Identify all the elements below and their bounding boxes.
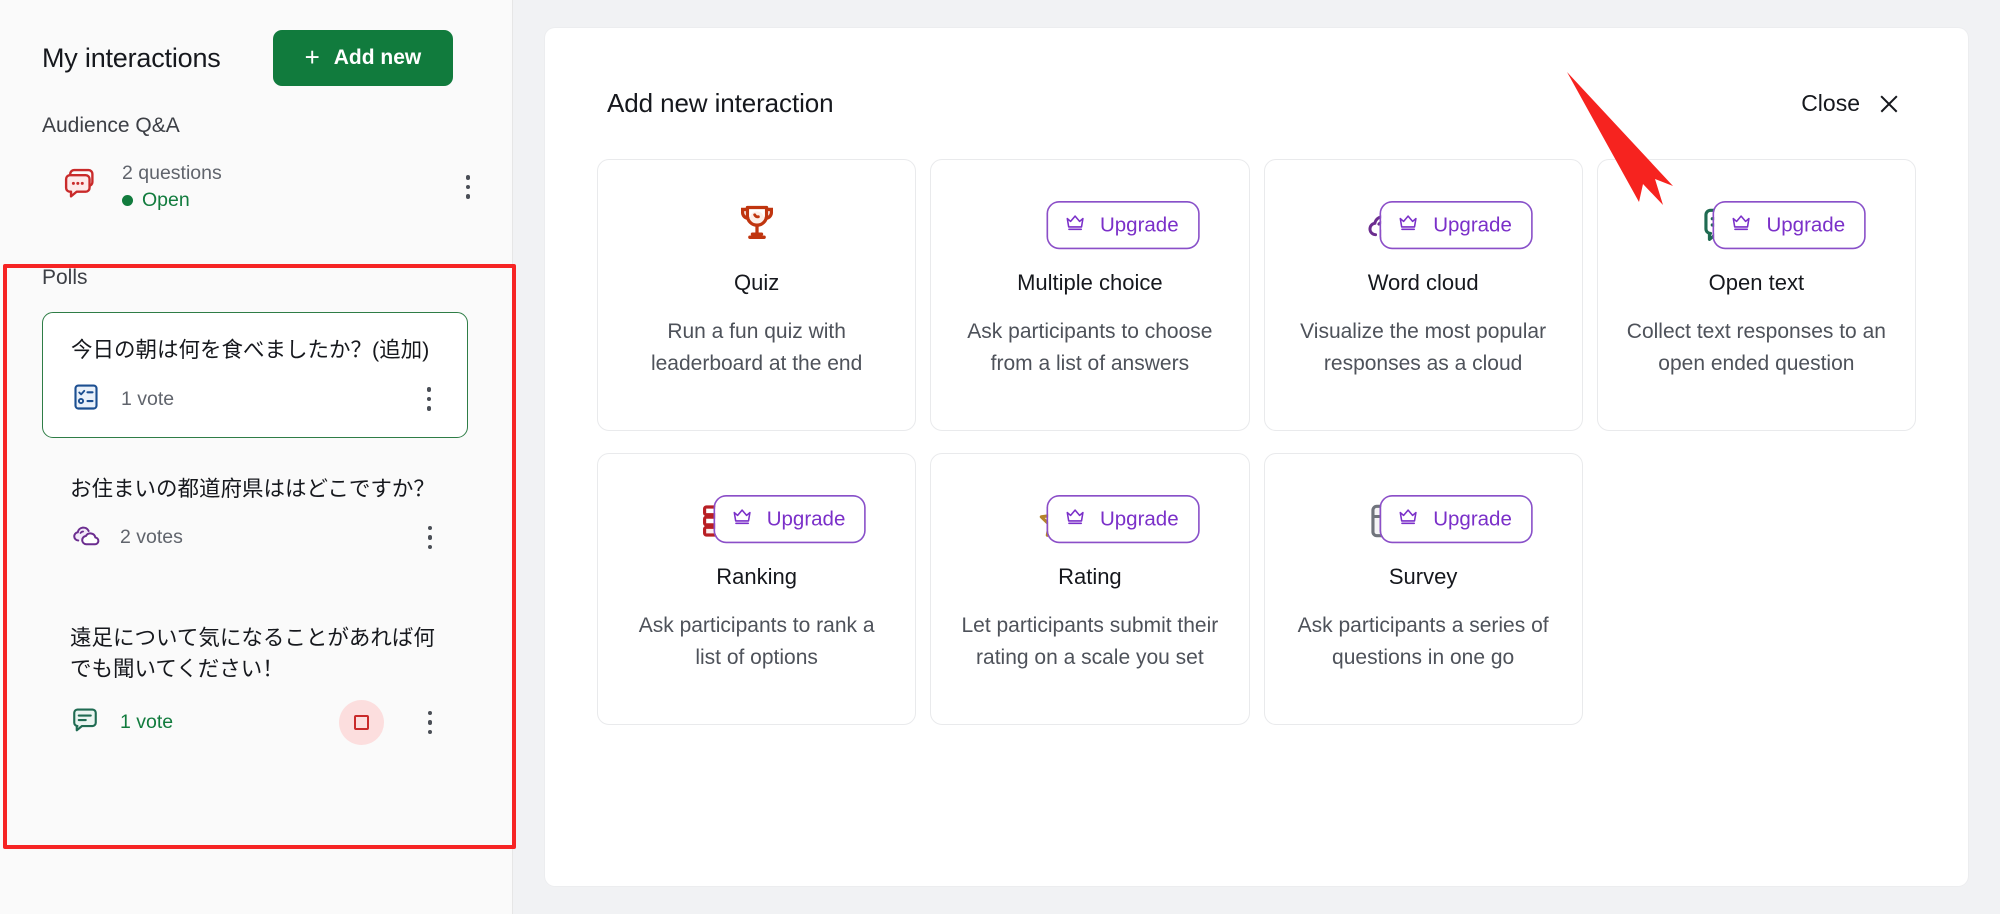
card-quiz[interactable]: Quiz Run a fun quiz with leaderboard at … bbox=[597, 159, 917, 431]
kebab-menu-icon[interactable] bbox=[415, 382, 443, 416]
add-new-button[interactable]: + Add new bbox=[272, 30, 454, 86]
card-title: Ranking bbox=[716, 564, 797, 589]
section-label-polls: Polls bbox=[42, 266, 88, 289]
upgrade-badge[interactable]: Upgrade bbox=[1381, 203, 1531, 248]
word-cloud-icon bbox=[70, 520, 100, 555]
crown-icon bbox=[730, 506, 754, 533]
kebab-menu-icon[interactable] bbox=[416, 706, 444, 740]
poll-votes-label: 1 vote bbox=[120, 711, 174, 734]
close-label: Close bbox=[1801, 90, 1860, 116]
card-description: Let participants submit their rating on … bbox=[961, 614, 1219, 669]
card-title: Survey bbox=[1388, 564, 1458, 589]
card-word-cloud[interactable]: Upgrade Word cloud Visualize the most po… bbox=[1263, 159, 1583, 431]
card-ranking[interactable]: Upgrade Ranking Ask participants to rank… bbox=[597, 453, 917, 725]
polls-section: Polls 今日の朝は何を食べましたか？(追加) 1 vote お住まいの都道府… bbox=[0, 236, 512, 746]
card-icon-slot: Upgrade bbox=[957, 490, 1222, 550]
upgrade-label: Upgrade bbox=[1433, 213, 1512, 237]
card-icon-slot bbox=[624, 196, 889, 256]
stop-square-icon[interactable] bbox=[339, 700, 384, 746]
crown-icon bbox=[1063, 212, 1087, 239]
upgrade-badge[interactable]: Upgrade bbox=[715, 497, 865, 542]
panel-title: Add new interaction bbox=[607, 88, 834, 118]
kebab-menu-icon[interactable] bbox=[416, 521, 444, 555]
upgrade-label: Upgrade bbox=[1766, 213, 1846, 237]
card-icon-slot: Upgrade bbox=[957, 196, 1222, 256]
card-icon-slot: Upgrade bbox=[1291, 196, 1556, 256]
upgrade-badge[interactable]: Upgrade bbox=[1048, 497, 1198, 542]
card-icon-slot: Upgrade bbox=[624, 490, 889, 550]
poll-item-3[interactable]: 遠足について気になることがあれば何でも聞いてください！ 1 vote bbox=[42, 623, 468, 746]
qa-chat-icon bbox=[62, 166, 100, 209]
plus-icon: + bbox=[304, 42, 320, 72]
qa-status-label: Open bbox=[142, 189, 190, 211]
list-item-audience-qa[interactable]: 2 questions Open bbox=[0, 138, 512, 236]
card-title: Word cloud bbox=[1367, 270, 1479, 295]
multiple-choice-icon bbox=[71, 382, 101, 417]
crown-icon bbox=[1063, 506, 1087, 533]
close-x-icon bbox=[1878, 93, 1900, 115]
qa-question-count: 2 questions bbox=[122, 162, 222, 184]
poll-votes-label: 1 vote bbox=[121, 387, 175, 410]
upgrade-badge[interactable]: Upgrade bbox=[1048, 203, 1198, 248]
card-description: Ask participants to rank a list of optio… bbox=[638, 614, 875, 669]
app-root: My interactions + Add new Audience Q&A 2… bbox=[0, 0, 2000, 914]
card-title: Quiz bbox=[734, 270, 780, 295]
card-icon-slot: Upgrade bbox=[1291, 490, 1556, 550]
card-survey[interactable]: Upgrade Survey Ask participants a series… bbox=[1263, 453, 1583, 725]
poll-votes-label: 2 votes bbox=[120, 526, 183, 549]
card-rating[interactable]: Upgrade Rating Let participants submit t… bbox=[930, 453, 1250, 725]
poll-footer: 2 votes bbox=[70, 520, 444, 555]
add-new-interaction-panel: Add new interaction Close Quiz Run a fun… bbox=[545, 28, 1968, 886]
page-title: My interactions bbox=[42, 42, 221, 73]
card-title: Open text bbox=[1708, 270, 1805, 295]
sidebar: My interactions + Add new Audience Q&A 2… bbox=[0, 0, 516, 914]
card-description: Run a fun quiz with leaderboard at the e… bbox=[650, 320, 863, 375]
upgrade-badge[interactable]: Upgrade bbox=[1714, 203, 1864, 248]
main-area: Add new interaction Close Quiz Run a fun… bbox=[513, 0, 2000, 914]
poll-item-2[interactable]: お住まいの都道府県ははどこですか？ 2 votes bbox=[42, 474, 468, 556]
upgrade-label: Upgrade bbox=[766, 507, 846, 531]
interaction-cards-row-1: Quiz Run a fun quiz with leaderboard at … bbox=[597, 159, 1916, 431]
card-title: Rating bbox=[1058, 564, 1122, 589]
card-description: Visualize the most popular responses as … bbox=[1300, 320, 1547, 375]
upgrade-badge[interactable]: Upgrade bbox=[1381, 497, 1531, 542]
poll-question: 遠足について気になることがあれば何でも聞いてください！ bbox=[70, 626, 435, 681]
card-description: Ask participants to choose from a list o… bbox=[967, 320, 1213, 375]
status-badge: Open bbox=[122, 189, 432, 212]
sidebar-header: My interactions + Add new bbox=[0, 0, 512, 86]
poll-footer: 1 vote bbox=[71, 382, 443, 417]
poll-footer: 1 vote bbox=[70, 700, 444, 746]
qa-meta: 2 questions Open bbox=[122, 162, 432, 212]
card-multiple-choice[interactable]: Upgrade Multiple choice Ask participants… bbox=[930, 159, 1250, 431]
interaction-cards-row-2: Upgrade Ranking Ask participants to rank… bbox=[597, 453, 1916, 725]
card-title: Multiple choice bbox=[1017, 270, 1163, 295]
crown-icon bbox=[1396, 506, 1420, 533]
card-description: Ask participants a series of questions i… bbox=[1297, 614, 1549, 669]
status-dot-icon bbox=[122, 195, 133, 206]
upgrade-label: Upgrade bbox=[1433, 507, 1512, 531]
card-description: Collect text responses to an open ended … bbox=[1626, 320, 1886, 375]
kebab-menu-icon[interactable] bbox=[454, 170, 482, 204]
trophy-icon bbox=[734, 201, 780, 252]
crown-icon bbox=[1729, 212, 1753, 239]
open-text-icon bbox=[70, 705, 100, 740]
upgrade-label: Upgrade bbox=[1099, 507, 1179, 531]
close-button[interactable]: Close bbox=[1795, 86, 1906, 121]
poll-question: 今日の朝は何を食べましたか？(追加) bbox=[71, 338, 430, 362]
upgrade-label: Upgrade bbox=[1099, 213, 1179, 237]
panel-header: Add new interaction Close bbox=[597, 28, 1916, 121]
card-icon-slot: Upgrade bbox=[1624, 196, 1889, 256]
poll-question: お住まいの都道府県ははどこですか？ bbox=[70, 476, 435, 501]
add-new-label: Add new bbox=[333, 46, 422, 69]
section-label-audience-qa: Audience Q&A bbox=[42, 114, 180, 137]
crown-icon bbox=[1396, 212, 1420, 239]
poll-item-1[interactable]: 今日の朝は何を食べましたか？(追加) 1 vote bbox=[42, 312, 468, 438]
card-open-text[interactable]: Upgrade Open text Collect text responses… bbox=[1596, 159, 1916, 431]
